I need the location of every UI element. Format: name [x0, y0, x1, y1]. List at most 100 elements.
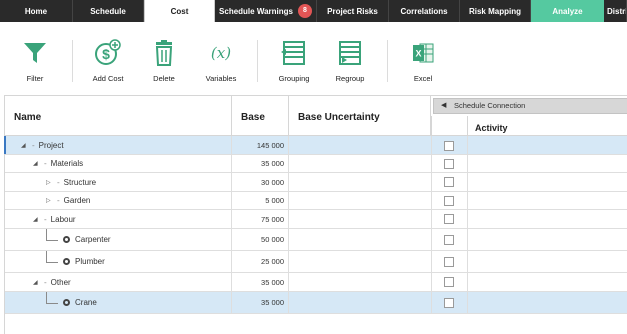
table-row[interactable]: Carpenter 50 000	[5, 229, 627, 251]
expand-triangle-icon[interactable]: ◢	[33, 216, 40, 223]
tab-risk-mapping[interactable]: Risk Mapping	[460, 0, 531, 22]
table-row[interactable]: ◢ - Project 145 000	[4, 136, 627, 155]
tab-correlations[interactable]: Correlations	[389, 0, 460, 22]
add-cost-icon: $	[92, 38, 124, 68]
cell-divider	[467, 192, 468, 209]
schedule-connection-checkbox[interactable]	[444, 177, 454, 187]
cell-divider	[431, 210, 432, 228]
row-name: Plumber	[75, 257, 105, 266]
filter-button[interactable]: Filter	[5, 38, 65, 92]
row-name: Crane	[75, 298, 97, 307]
regroup-label: Regroup	[335, 74, 365, 83]
column-divider	[431, 116, 432, 136]
row-base-value: 145 000	[256, 140, 284, 150]
table-row[interactable]: ◢ - Other 35 000	[5, 273, 627, 292]
schedule-connection-checkbox[interactable]	[444, 277, 454, 287]
tab-label: Distri	[607, 6, 627, 16]
svg-text:(x): (x)	[211, 44, 231, 62]
svg-text:$: $	[102, 46, 110, 62]
tab-schedule-warnings[interactable]: Schedule Warnings 8	[215, 0, 317, 22]
grouping-button[interactable]: Grouping	[264, 38, 324, 92]
excel-button[interactable]: X Excel	[393, 38, 453, 92]
leaf-node-icon	[63, 236, 70, 243]
schedule-connection-checkbox[interactable]	[444, 141, 454, 151]
regroup-icon	[334, 38, 366, 68]
row-name: Labour	[50, 214, 76, 224]
schedule-connection-checkbox[interactable]	[444, 257, 454, 267]
leaf-node-icon	[63, 299, 70, 306]
tab-schedule[interactable]: Schedule	[73, 0, 144, 22]
variables-icon: (x)	[205, 38, 237, 68]
delete-button[interactable]: Delete	[134, 38, 194, 92]
tab-distribution[interactable]: Distri	[604, 0, 627, 22]
tab-cost[interactable]: Cost	[144, 0, 215, 22]
collapsed-triangle-icon[interactable]: ▷	[46, 179, 53, 186]
table-row[interactable]: ▷ - Structure 30 000	[5, 173, 627, 192]
add-cost-label: Add Cost	[92, 74, 124, 83]
delete-label: Delete	[153, 74, 175, 83]
cell-divider	[467, 173, 468, 191]
row-name: Carpenter	[75, 235, 111, 244]
row-base-value: 35 000	[261, 159, 284, 168]
tab-label: Correlations	[400, 6, 448, 16]
schedule-connection-checkbox[interactable]	[444, 196, 454, 206]
expand-triangle-icon[interactable]: ◢	[33, 160, 40, 167]
tab-label: Analyze	[552, 6, 583, 16]
schedule-connection-checkbox[interactable]	[444, 298, 454, 308]
cell-divider	[467, 273, 468, 291]
tab-label: Schedule	[90, 6, 126, 16]
tab-home[interactable]: Home	[0, 0, 73, 22]
row-name: Structure	[63, 177, 97, 187]
collapsed-triangle-icon[interactable]: ▷	[46, 197, 53, 204]
cell-divider	[231, 251, 232, 272]
table-row[interactable]: ◢ - Labour 75 000	[5, 210, 627, 229]
cell-divider	[231, 210, 232, 228]
schedule-connection-checkbox[interactable]	[444, 214, 454, 224]
add-cost-button[interactable]: $ Add Cost	[78, 38, 138, 92]
schedule-connection-checkbox[interactable]	[444, 235, 454, 245]
cell-divider	[467, 229, 468, 250]
row-base-value: 5 000	[265, 196, 284, 205]
trash-icon	[148, 38, 180, 68]
tree-guide	[46, 251, 47, 262]
schedule-connection-group-header[interactable]: ◀ Schedule Connection	[433, 98, 627, 114]
filter-icon	[19, 38, 51, 68]
schedule-connection-checkbox[interactable]	[444, 159, 454, 169]
cell-divider	[231, 155, 232, 172]
tab-project-risks[interactable]: Project Risks	[317, 0, 389, 22]
row-base-value: 25 000	[261, 257, 284, 266]
tab-bar: Home Schedule Cost Schedule Warnings 8 Pr…	[0, 0, 627, 22]
tab-analyze[interactable]: Analyze	[531, 0, 604, 22]
column-label: Base	[241, 112, 265, 123]
cell-divider	[467, 210, 468, 228]
expand-triangle-icon[interactable]: ◢	[21, 142, 28, 149]
tree-connector: -	[44, 214, 47, 224]
table-row[interactable]: ▷ - Garden 5 000	[5, 192, 627, 210]
tree-guide	[46, 229, 47, 240]
column-label: Base Uncertainty	[298, 112, 380, 123]
tab-label: Risk Mapping	[468, 6, 521, 16]
row-name: Project	[38, 140, 64, 150]
column-header-name[interactable]: Name	[5, 96, 232, 136]
expand-triangle-icon[interactable]: ◢	[33, 279, 40, 286]
table-row[interactable]: Crane 35 000	[5, 292, 627, 314]
column-header-activity[interactable]: Activity	[475, 123, 508, 133]
cell-divider	[288, 192, 289, 209]
table-row[interactable]: ◢ - Materials 35 000	[5, 155, 627, 173]
column-header-base[interactable]: Base	[232, 96, 289, 136]
tree-connector: -	[57, 196, 60, 205]
cell-divider	[467, 136, 468, 154]
cell-divider	[231, 292, 232, 313]
cell-divider	[231, 136, 232, 154]
cell-divider	[288, 251, 289, 272]
regroup-button[interactable]: Regroup	[320, 38, 380, 92]
table-row[interactable]: Plumber 25 000	[5, 251, 627, 273]
cell-divider	[231, 173, 232, 191]
grouping-label: Grouping	[278, 74, 310, 83]
row-base-value: 50 000	[261, 235, 284, 244]
variables-button[interactable]: (x) Variables	[191, 38, 251, 92]
column-header-base-uncertainty[interactable]: Base Uncertainty	[289, 96, 431, 136]
grid-header: Name Base Base Uncertainty ◀ Schedule Con…	[5, 96, 627, 136]
cell-divider	[467, 155, 468, 172]
cell-divider	[431, 155, 432, 172]
